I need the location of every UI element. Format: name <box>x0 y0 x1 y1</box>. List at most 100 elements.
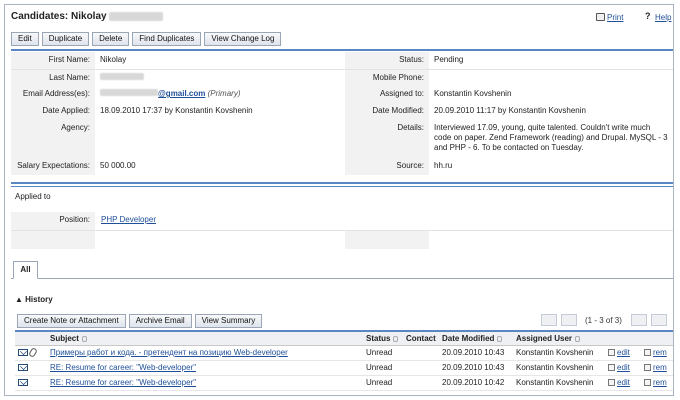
sort-icon[interactable] <box>575 335 581 342</box>
edit-link[interactable]: edit <box>617 378 630 387</box>
remove-link[interactable]: rem <box>653 348 667 357</box>
source-label: Source: <box>345 158 429 175</box>
last-page-button[interactable] <box>651 314 667 326</box>
edit-link[interactable]: edit <box>617 348 630 357</box>
contact-column-header[interactable]: Contact <box>403 332 439 346</box>
next-page-button[interactable] <box>631 314 647 326</box>
prev-page-button[interactable] <box>561 314 577 326</box>
icon-column-header <box>15 332 47 346</box>
help-link[interactable]: Help <box>655 13 671 22</box>
contact-cell <box>403 375 439 391</box>
table-row: RE: Resume for career: "Web-developer" U… <box>15 360 673 376</box>
divider <box>11 182 673 184</box>
subject-column-header[interactable]: Subject <box>47 332 363 346</box>
find-duplicates-button[interactable]: Find Duplicates <box>132 32 202 46</box>
sort-icon[interactable] <box>393 335 399 342</box>
status-cell: Unread <box>363 345 403 361</box>
first-page-button[interactable] <box>541 314 557 326</box>
edit-column-header <box>605 332 641 346</box>
remove-column-header <box>641 332 673 346</box>
table-row: RE: Resume for career: "Web-developer" U… <box>15 375 673 391</box>
divider <box>11 186 673 187</box>
history-header-row: Subject Status Contact Date Modified Ass… <box>15 332 673 346</box>
tab-all[interactable]: All <box>13 261 38 279</box>
subject-link[interactable]: RE: Resume for career: "Web-developer" <box>50 363 196 372</box>
status-cell: Unread <box>363 375 403 391</box>
status-label: Status: <box>345 52 429 70</box>
date-cell: 20.09.2010 10:43 <box>439 345 513 361</box>
duplicate-button[interactable]: Duplicate <box>41 32 90 46</box>
date-modified-column-header[interactable]: Date Modified <box>439 332 513 346</box>
redacted-email-user <box>100 89 158 96</box>
sort-icon[interactable] <box>497 335 503 342</box>
assigned-to-value: Konstantin Kovshenin <box>429 86 673 103</box>
agency-value <box>95 120 345 158</box>
details-value: Interviewed 17.09, young, quite talented… <box>429 120 673 158</box>
history-heading[interactable]: ▲ History <box>15 295 53 304</box>
detail-row: Date Applied: 18.09.2010 17:37 by Konsta… <box>11 103 673 120</box>
pager: (1 - 3 of 3) <box>541 314 669 327</box>
email-icon <box>18 379 28 387</box>
title-bar: Candidates: Nikolay Print ? Help <box>5 5 673 27</box>
subject-link[interactable]: Примеры работ и кода. - претендент на по… <box>50 348 288 357</box>
email-icon <box>18 349 28 357</box>
table-row: Примеры работ и кода. - претендент на по… <box>15 345 673 361</box>
print-link[interactable]: Print <box>607 13 623 22</box>
status-cell: Unread <box>363 360 403 376</box>
view-change-log-button[interactable]: View Change Log <box>204 32 282 46</box>
record-toolbar: Edit Duplicate Delete Find Duplicates Vi… <box>11 32 284 46</box>
row-icons <box>15 375 47 391</box>
user-cell: Konstantin Kovshenin <box>513 345 605 361</box>
detail-row: Agency: Details: Interviewed 17.09, youn… <box>11 120 673 158</box>
subject-link[interactable]: RE: Resume for career: "Web-developer" <box>50 378 196 387</box>
remove-icon[interactable] <box>644 349 651 357</box>
remove-link[interactable]: rem <box>653 363 667 372</box>
attachment-icon <box>28 347 38 359</box>
help-icon[interactable]: ? <box>645 11 651 21</box>
remove-icon[interactable] <box>644 379 651 387</box>
applied-to-heading: Applied to <box>15 192 51 201</box>
page-title: Candidates: Nikolay <box>11 11 163 22</box>
detail-row: Last Name: Mobile Phone: <box>11 69 673 86</box>
email-icon <box>18 364 28 372</box>
email-label: Email Address(es): <box>11 86 95 103</box>
remove-link[interactable]: rem <box>653 378 667 387</box>
collapse-icon[interactable]: ▲ <box>15 295 25 304</box>
printer-icon[interactable] <box>596 13 605 21</box>
last-name-value <box>95 69 345 86</box>
row-icons <box>15 360 47 376</box>
detail-row: First Name: Nikolay Status: Pending <box>11 52 673 70</box>
edit-icon[interactable] <box>608 379 615 387</box>
position-link[interactable]: PHP Developer <box>101 215 156 224</box>
history-table: Subject Status Contact Date Modified Ass… <box>15 332 673 391</box>
date-cell: 20.09.2010 10:42 <box>439 375 513 391</box>
mobile-phone-value <box>429 69 673 86</box>
first-name-label: First Name: <box>11 52 95 70</box>
sort-icon[interactable] <box>81 335 87 342</box>
first-name-value: Nikolay <box>95 52 345 70</box>
agency-label: Agency: <box>11 120 95 158</box>
email-link[interactable]: @gmail.com <box>158 89 205 98</box>
status-column-header[interactable]: Status <box>363 332 403 346</box>
email-value: @gmail.com (Primary) <box>95 86 345 103</box>
position-label: Position: <box>11 212 95 230</box>
source-value: hh.ru <box>429 158 673 175</box>
candidate-detail-window: Candidates: Nikolay Print ? Help Edit Du… <box>4 4 674 396</box>
edit-icon[interactable] <box>608 364 615 372</box>
archive-email-button[interactable]: Archive Email <box>128 314 192 328</box>
edit-link[interactable]: edit <box>617 363 630 372</box>
create-note-button[interactable]: Create Note or Attachment <box>17 314 126 328</box>
edit-icon[interactable] <box>608 349 615 357</box>
delete-button[interactable]: Delete <box>92 32 130 46</box>
divider <box>11 49 673 51</box>
remove-icon[interactable] <box>644 364 651 372</box>
edit-button[interactable]: Edit <box>11 32 39 46</box>
view-summary-button[interactable]: View Summary <box>194 314 263 328</box>
detail-row: Salary Expectations: 50 000.00 Source: h… <box>11 158 673 175</box>
email-primary-tag: (Primary) <box>207 89 241 98</box>
salary-label: Salary Expectations: <box>11 158 95 175</box>
assigned-user-column-header[interactable]: Assigned User <box>513 332 605 346</box>
user-cell: Konstantin Kovshenin <box>513 375 605 391</box>
empty-label-cell <box>345 231 429 249</box>
history-toolbar: Create Note or Attachment Archive Email … <box>17 314 265 328</box>
